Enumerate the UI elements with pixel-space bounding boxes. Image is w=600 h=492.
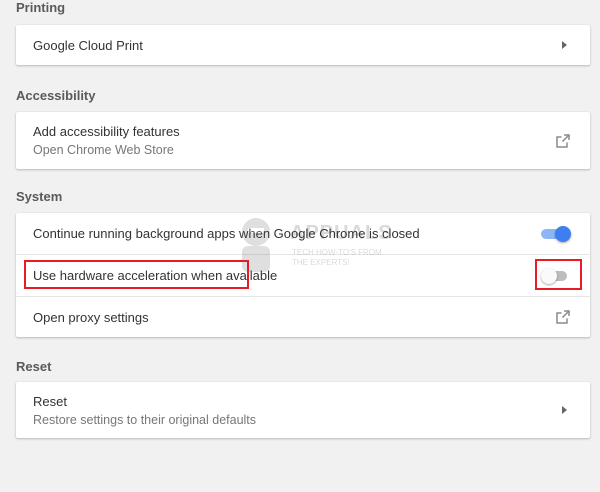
add-accessibility-features-label: Add accessibility features xyxy=(33,124,180,139)
highlight-box-toggle xyxy=(535,259,582,290)
highlight-box-label xyxy=(24,260,249,289)
external-link-icon[interactable] xyxy=(555,309,571,325)
printing-card: Google Cloud Print xyxy=(16,25,590,65)
section-title-system: System xyxy=(16,189,63,204)
open-proxy-settings-row[interactable]: Open proxy settings xyxy=(16,296,590,337)
toggle-knob xyxy=(555,225,571,242)
reset-card: Reset Restore settings to their original… xyxy=(16,382,590,438)
reset-label: Reset xyxy=(33,393,67,409)
google-cloud-print-label: Google Cloud Print xyxy=(33,37,143,53)
reset-row[interactable]: Reset Restore settings to their original… xyxy=(16,382,590,438)
accessibility-card: Add accessibility features Open Chrome W… xyxy=(16,112,590,169)
chevron-right-icon xyxy=(562,41,567,49)
section-title-reset: Reset xyxy=(16,359,52,374)
section-title-printing: Printing xyxy=(16,0,66,15)
reset-sublabel: Restore settings to their original defau… xyxy=(33,412,257,427)
open-proxy-settings-label: Open proxy settings xyxy=(33,309,149,325)
google-cloud-print-row[interactable]: Google Cloud Print xyxy=(16,25,590,65)
chevron-right-icon xyxy=(562,406,567,414)
background-apps-label: Continue running background apps when Go… xyxy=(33,226,420,241)
background-apps-toggle[interactable] xyxy=(541,225,571,242)
open-chrome-web-store-label: Open Chrome Web Store xyxy=(33,143,174,157)
add-accessibility-features-row[interactable]: Add accessibility features Open Chrome W… xyxy=(16,112,590,169)
section-title-accessibility: Accessibility xyxy=(16,88,96,103)
external-link-icon[interactable] xyxy=(555,133,571,149)
background-apps-row[interactable]: Continue running background apps when Go… xyxy=(16,213,590,254)
